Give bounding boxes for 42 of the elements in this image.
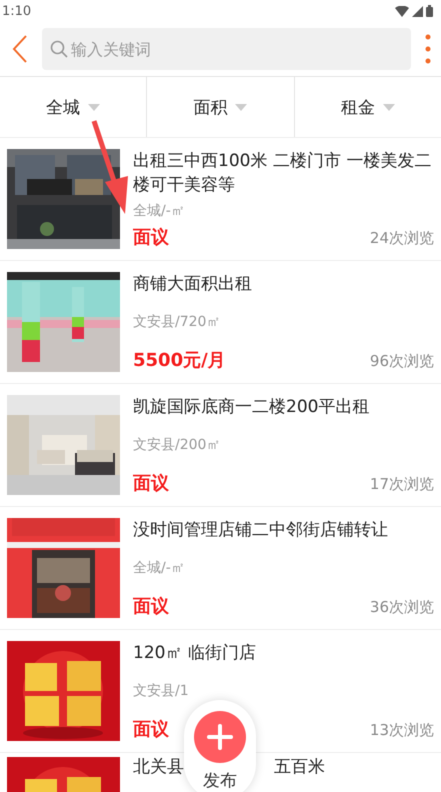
battery-icon: [426, 5, 433, 17]
listing-location: 文安县/720㎡: [133, 313, 222, 331]
view-count: 17次浏览: [370, 475, 434, 494]
search-field[interactable]: 输入关键词: [42, 28, 411, 70]
view-count: 36次浏览: [370, 598, 434, 617]
listing-price: 面议: [133, 472, 169, 495]
listing-row[interactable]: 没时间管理店铺二中邻街店铺转让 全城/-㎡ 面议 36次浏览: [0, 507, 441, 630]
listing-location: 文安县/1: [133, 682, 190, 700]
listing-price: 5500元/月: [133, 349, 226, 372]
dropdown-icon: [382, 104, 395, 110]
signal-icon: [412, 6, 423, 16]
filter-tab[interactable]: 租金: [294, 77, 441, 137]
view-count: 13次浏览: [370, 721, 434, 740]
view-count: 96次浏览: [370, 352, 434, 371]
listing-location: 全城/-㎡: [133, 202, 186, 220]
listing-location: 全城/-㎡: [133, 559, 186, 577]
publish-button[interactable]: 发布: [184, 700, 256, 792]
more-icon[interactable]: [425, 34, 431, 64]
view-count: 24次浏览: [370, 229, 434, 248]
search-icon: [50, 40, 68, 58]
wifi-icon: [395, 6, 409, 16]
listing-price: 面议: [133, 595, 169, 618]
dropdown-icon: [88, 104, 100, 110]
listing-row[interactable]: 商铺大面积出租 文安县/720㎡ 5500元/月 96次浏览: [0, 261, 441, 384]
listing-title: 120㎡ 临街门店: [133, 642, 257, 665]
listing-title: 商铺大面积出租: [133, 273, 253, 296]
filter-tab[interactable]: 面积: [147, 77, 295, 137]
listing-row[interactable]: 凯旋国际底商一二楼200平出租 文安县/200㎡ 面议 17次浏览: [0, 384, 441, 507]
listing-title: 五百米: [274, 757, 325, 779]
dropdown-icon: [235, 104, 248, 110]
listing-title: 北关县: [133, 757, 184, 779]
filter-tab[interactable]: 全城: [0, 77, 148, 137]
plus-icon: [194, 711, 246, 763]
listing-title: 没时间管理店铺二中邻街店铺转让: [133, 519, 389, 542]
listing-price: 面议: [133, 718, 169, 741]
status-time: 1:10: [2, 4, 32, 18]
listing-price: 面议: [133, 226, 169, 249]
listing-title: 出租三中西100米 二楼门市 一楼美发二楼可干美容等: [133, 150, 432, 197]
listing-title: 凯旋国际底商一二楼200平出租: [133, 396, 370, 419]
listing-location: 文安县/200㎡: [133, 436, 222, 454]
listing-row[interactable]: 出租三中西100米 二楼门市 一楼美发二楼可干美容等 全城/-㎡ 面议 24次浏览: [0, 138, 441, 261]
back-icon[interactable]: [12, 35, 28, 63]
